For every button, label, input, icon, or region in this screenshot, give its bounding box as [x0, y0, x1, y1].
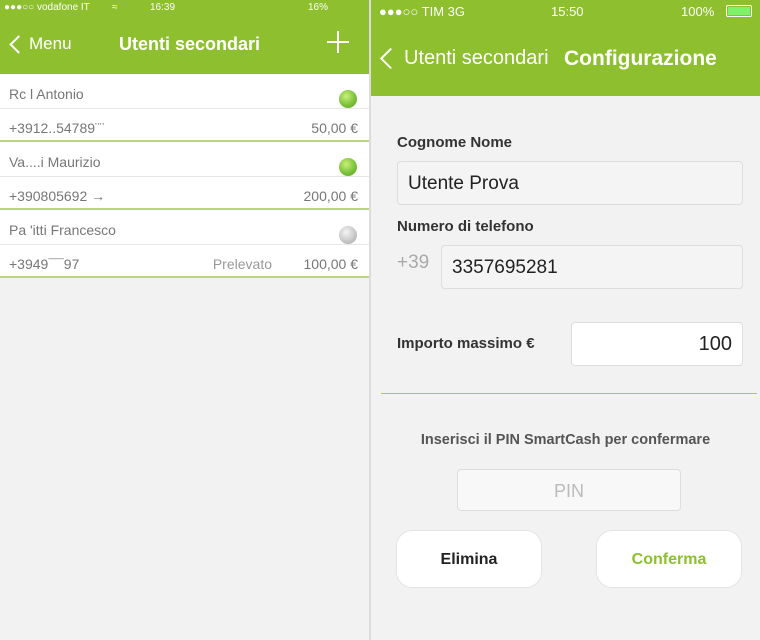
page-title: Utenti secondari — [118, 34, 261, 54]
confirm-button[interactable]: Conferma — [596, 530, 742, 588]
time-label: 15:50 — [551, 4, 584, 19]
user-phone: +3949¯¯97 — [9, 256, 80, 272]
nav-bar: Menu Utenti secondari — [0, 16, 369, 74]
row-divider — [0, 108, 369, 109]
user-list: Rc l Antonio +3912..54789¨¨ 50,00 € Va..… — [0, 74, 369, 278]
user-amount: 50,00 € — [311, 120, 358, 136]
page-title: Configurazione — [564, 47, 717, 70]
nav-bar: Utenti secondari Configurazione — [371, 22, 760, 96]
user-phone: +3912..54789¨¨ — [9, 120, 105, 136]
back-button[interactable]: Utenti secondari — [379, 47, 549, 70]
name-value: Utente Prova — [408, 173, 519, 194]
status-dot-icon — [339, 226, 357, 244]
pin-prompt: Inserisci il PIN SmartCash per confermar… — [420, 432, 711, 448]
delete-button[interactable]: Elimina — [396, 530, 542, 588]
back-label: Utenti secondari — [404, 47, 549, 69]
battery-label: 100% — [681, 4, 715, 19]
phone-value: 3357695281 — [452, 257, 558, 278]
carrier-label: ●●●○○ TIM 3G — [379, 4, 465, 19]
amount-label: Importo massimo € — [397, 335, 535, 352]
user-phone: +390805692 → — [9, 188, 106, 204]
status-dot-icon — [339, 90, 357, 108]
plus-icon[interactable] — [327, 31, 349, 53]
carrier-label: ●●●○○ vodafone IT — [4, 2, 90, 13]
status-bar: ●●●○○ vodafone IT ≈ 16:39 16% — [0, 0, 369, 16]
user-status: Prelevato — [212, 256, 272, 272]
time-label: 16:39 — [150, 2, 176, 13]
pin-input[interactable]: PIN — [457, 469, 681, 511]
list-item[interactable]: Rc l Antonio +3912..54789¨¨ 50,00 € — [0, 74, 369, 142]
user-amount: 200,00 € — [303, 188, 359, 204]
left-screen: ●●●○○ vodafone IT ≈ 16:39 16% Menu Utent… — [0, 0, 369, 640]
list-item[interactable]: Pa 'itti Francesco +3949¯¯97 Prelevato 1… — [0, 210, 369, 278]
wifi-icon: ≈ — [112, 2, 118, 13]
list-item[interactable]: Va....i Maurizio +390805692 → 200,00 € — [0, 142, 369, 210]
user-amount: 100,00 € — [303, 256, 359, 272]
name-label: Cognome Nome — [397, 134, 513, 151]
right-screen: ●●●○○ TIM 3G 15:50 100% Utenti secondari… — [371, 0, 760, 640]
user-name: Rc l Antonio — [9, 86, 84, 102]
phone-prefix: +39 — [397, 252, 430, 273]
status-dot-icon — [339, 158, 357, 176]
row-divider — [0, 176, 369, 177]
status-bar: ●●●○○ TIM 3G 15:50 100% — [371, 0, 760, 22]
row-divider — [0, 244, 369, 245]
phone-field[interactable]: 3357695281 — [441, 245, 743, 289]
phone-label: Numero di telefono — [397, 218, 534, 235]
section-divider — [381, 393, 757, 394]
battery-icon — [726, 5, 752, 17]
user-name: Pa 'itti Francesco — [9, 222, 116, 238]
user-name: Va....i Maurizio — [9, 154, 101, 170]
chevron-left-icon — [379, 47, 402, 70]
amount-field[interactable]: 100 — [571, 322, 743, 366]
name-field[interactable]: Utente Prova — [397, 161, 743, 205]
battery-label: 16% — [308, 2, 329, 13]
